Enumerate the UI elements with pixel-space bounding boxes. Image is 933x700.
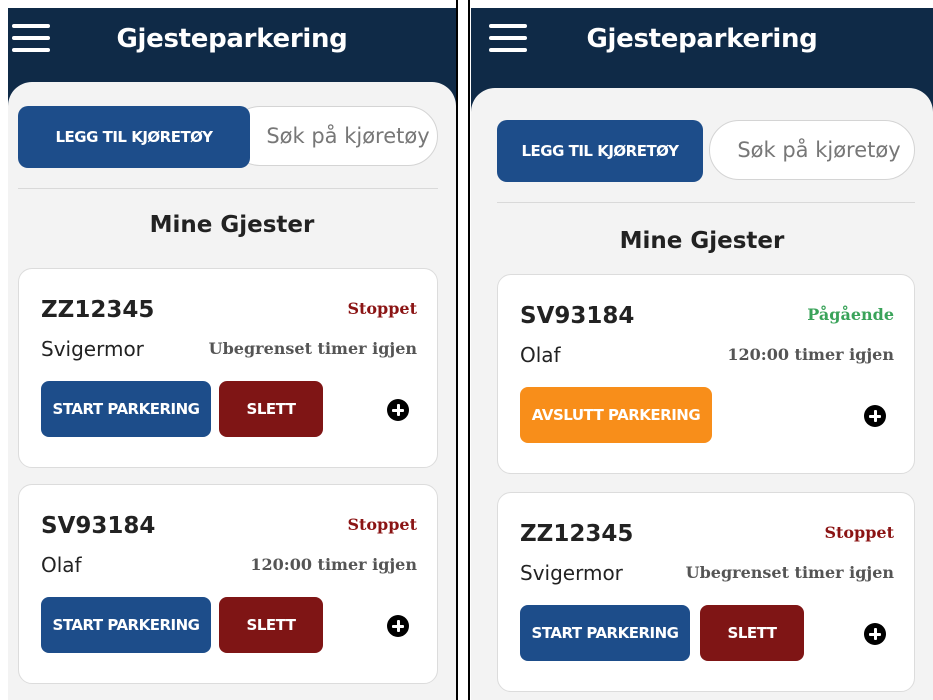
status-badge: Pågående [807, 305, 894, 324]
time-remaining: 120:00 timer igjen [250, 555, 417, 574]
screen-separator [456, 0, 458, 700]
status-badge: Stoppet [347, 515, 417, 534]
section-title: Mine Gjester [619, 228, 785, 254]
guest-card: ZZ12345 Stoppet Svigermor Ubegrenset tim… [497, 492, 915, 692]
guest-name: Svigermor [41, 337, 144, 361]
plus-circle-icon[interactable] [864, 623, 886, 645]
add-vehicle-button[interactable]: LEGG TIL KJØRETØY [497, 120, 703, 182]
app-header: Gjesteparkering [471, 8, 933, 86]
guest-name: Svigermor [520, 561, 623, 585]
search-input[interactable]: Søk på kjøretøy [709, 120, 915, 180]
app-title: Gjesteparkering [586, 24, 818, 54]
plus-circle-icon[interactable] [387, 615, 409, 637]
guest-name: Olaf [520, 343, 561, 367]
license-plate: ZZ12345 [520, 521, 634, 547]
section-title: Mine Gjester [149, 212, 315, 238]
plus-circle-icon[interactable] [387, 399, 409, 421]
license-plate: SV93184 [41, 513, 156, 539]
license-plate: SV93184 [520, 303, 635, 329]
end-parking-button[interactable]: AVSLUTT PARKERING [520, 387, 712, 443]
screen-separator [468, 0, 470, 700]
status-badge: Stoppet [824, 523, 894, 542]
divider [18, 188, 438, 189]
license-plate: ZZ12345 [41, 297, 155, 323]
divider [497, 202, 915, 203]
guest-name: Olaf [41, 553, 82, 577]
plus-circle-icon[interactable] [864, 405, 886, 427]
content-panel: Søk på kjøretøy LEGG TIL KJØRETØY Mine G… [8, 82, 456, 700]
start-parking-button[interactable]: START PARKERING [41, 381, 211, 437]
search-input[interactable]: Søk på kjøretøy [230, 106, 438, 166]
guest-card: SV93184 Stoppet Olaf 120:00 timer igjen … [18, 484, 438, 684]
guest-card: ZZ12345 Stoppet Svigermor Ubegrenset tim… [18, 268, 438, 468]
time-remaining: 120:00 timer igjen [727, 345, 894, 364]
time-remaining: Ubegrenset timer igjen [208, 339, 417, 358]
start-parking-button[interactable]: START PARKERING [41, 597, 211, 653]
app-header: Gjesteparkering [8, 8, 456, 86]
app-title: Gjesteparkering [116, 24, 348, 54]
start-parking-button[interactable]: START PARKERING [520, 605, 690, 661]
delete-button[interactable]: SLETT [219, 381, 323, 437]
right-screen: Gjesteparkering Søk på kjøretøy LEGG TIL… [471, 8, 933, 700]
guest-card: SV93184 Pågående Olaf 120:00 timer igjen… [497, 274, 915, 474]
add-vehicle-button[interactable]: LEGG TIL KJØRETØY [18, 106, 250, 168]
delete-button[interactable]: SLETT [219, 597, 323, 653]
toolbar: Søk på kjøretøy LEGG TIL KJØRETØY [18, 106, 438, 170]
delete-button[interactable]: SLETT [700, 605, 804, 661]
time-remaining: Ubegrenset timer igjen [685, 563, 894, 582]
toolbar: Søk på kjøretøy LEGG TIL KJØRETØY [497, 120, 915, 184]
status-badge: Stoppet [347, 299, 417, 318]
content-panel: Søk på kjøretøy LEGG TIL KJØRETØY Mine G… [471, 88, 933, 700]
left-screen: Gjesteparkering Søk på kjøretøy LEGG TIL… [8, 8, 456, 700]
